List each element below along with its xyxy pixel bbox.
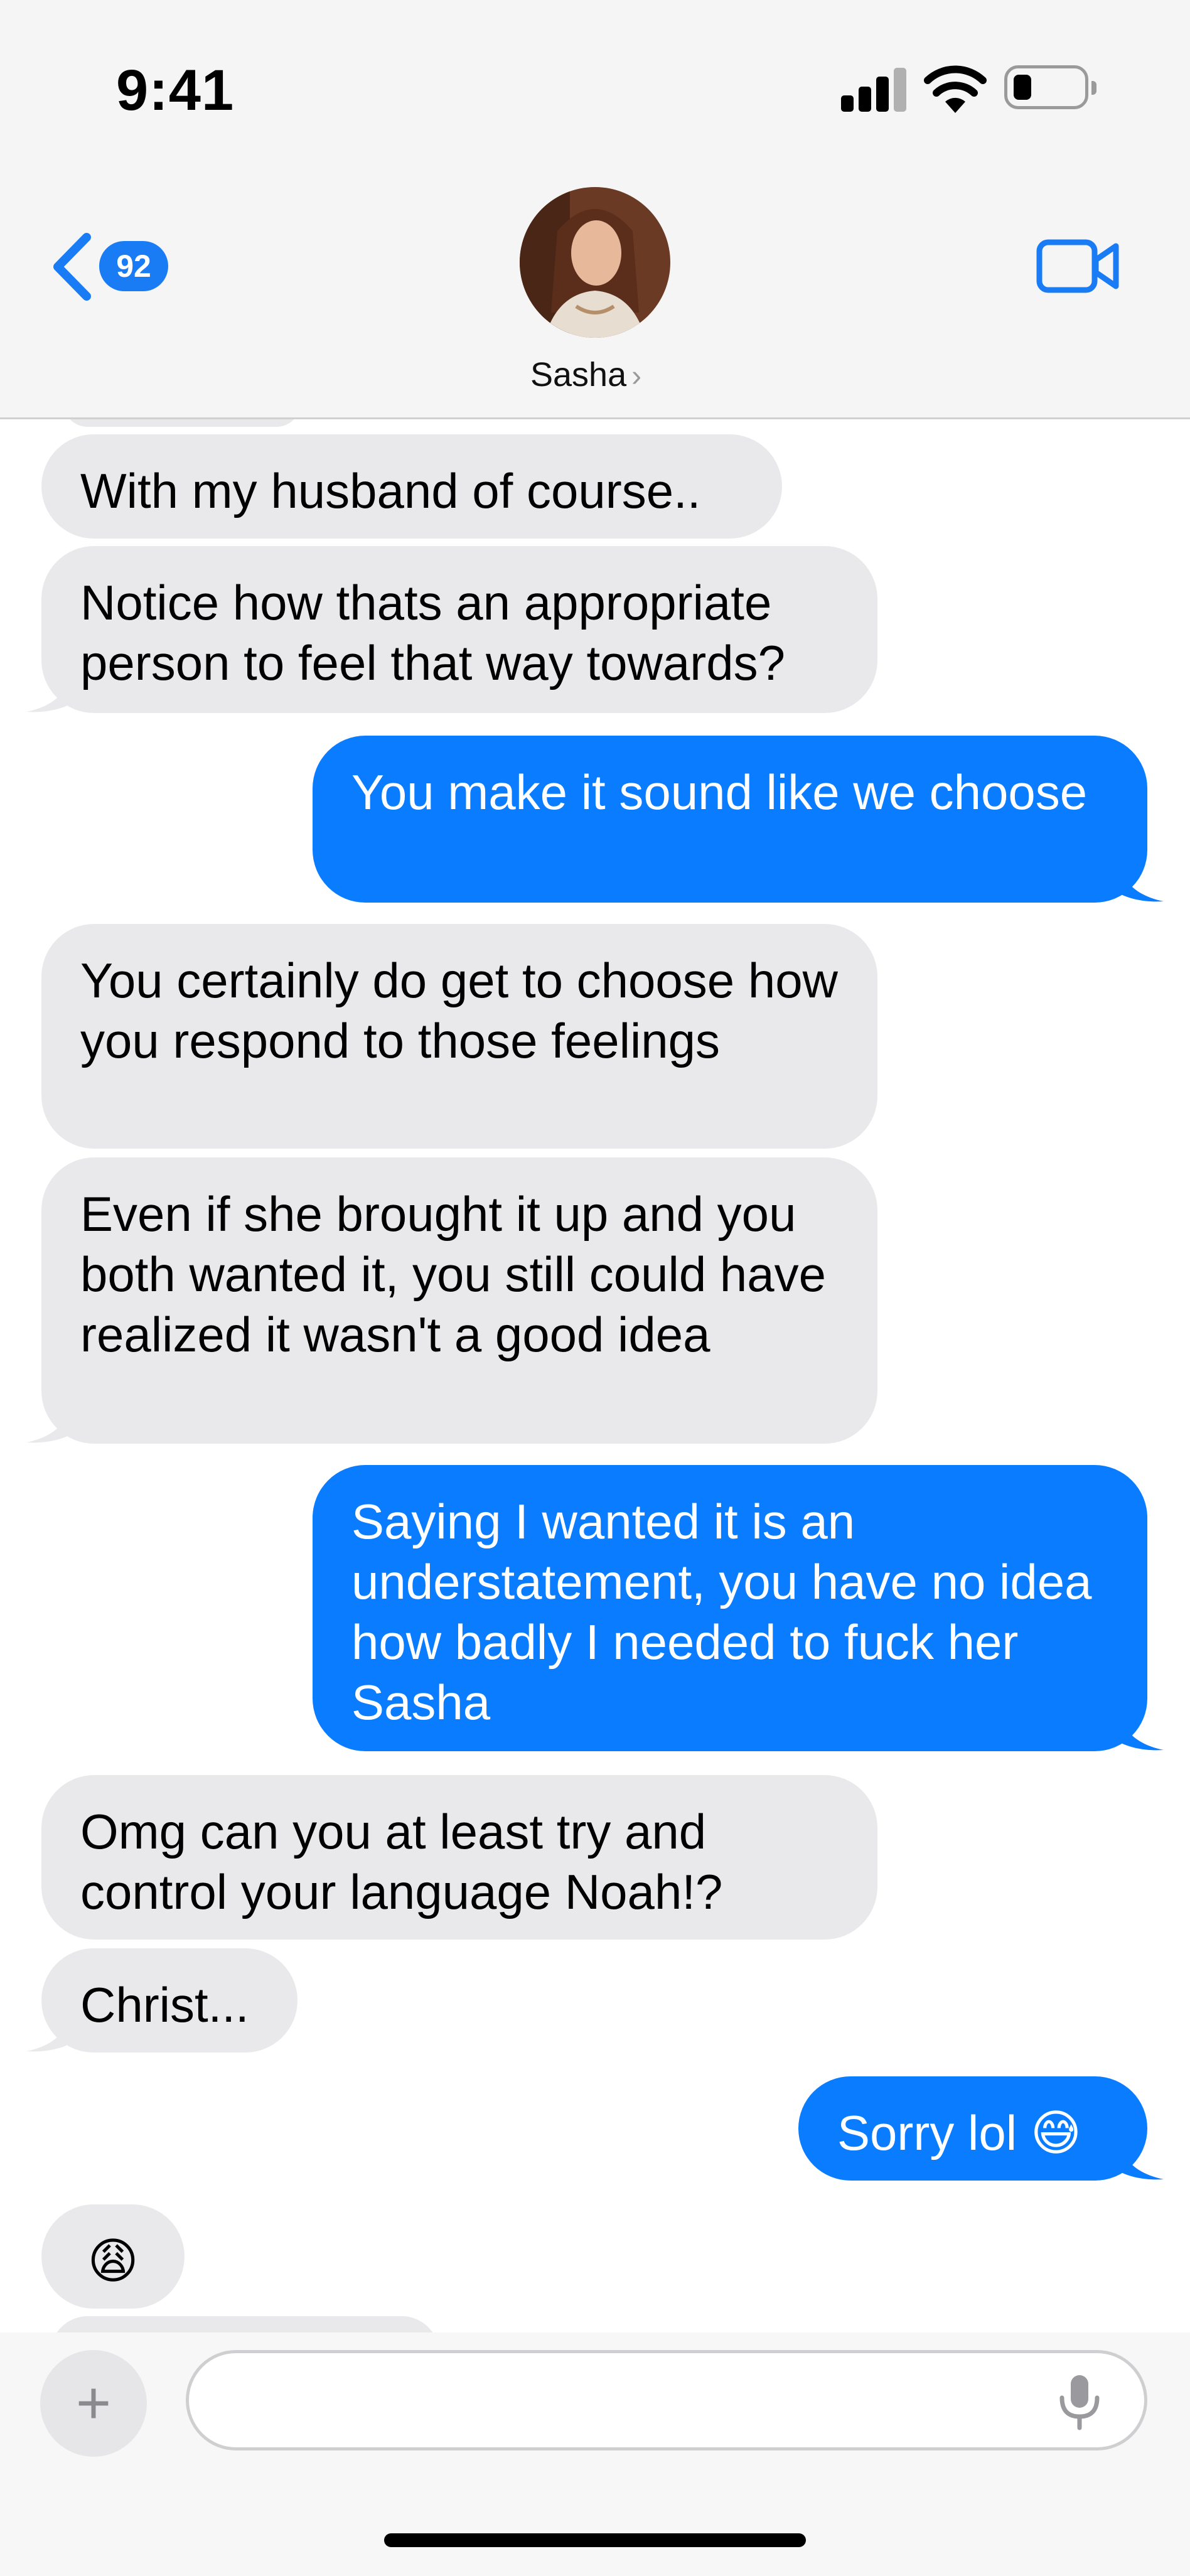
contact-name[interactable]: Sasha ›: [530, 355, 641, 394]
message-text: Christ...: [80, 1977, 249, 2032]
bubble-tail: [26, 1398, 77, 1443]
microphone-icon[interactable]: [1048, 2370, 1111, 2433]
bubble-tail: [26, 668, 77, 712]
message-text: Omg can you at least try and control you…: [80, 1804, 723, 1919]
bubble-tail: [26, 2007, 77, 2052]
battery-icon: [1004, 65, 1096, 109]
wifi-icon: [924, 65, 987, 113]
home-indicator: [384, 2533, 806, 2547]
back-button[interactable]: 92: [44, 227, 176, 303]
message-bubble-incoming[interactable]: Even if she brought it up and you both w…: [41, 1157, 877, 1444]
bubble-tail: [1113, 1706, 1164, 1751]
avatar[interactable]: [520, 187, 670, 338]
status-time: 9:41: [116, 58, 235, 122]
message-bubble-outgoing[interactable]: You make it sound like we choose: [313, 736, 1147, 903]
message-text: 😩: [87, 2233, 139, 2289]
message-bubble-incoming[interactable]: Christ...: [41, 1948, 298, 2053]
message-bubble-outgoing[interactable]: Sorry lol 😅: [798, 2076, 1147, 2181]
message-bubble-incoming[interactable]: Omg can you at least try and control you…: [41, 1775, 877, 1940]
unread-count-badge: 92: [99, 241, 168, 291]
bubble-tail: [1113, 857, 1164, 902]
message-text: Notice how thats an appropriate person t…: [80, 575, 785, 690]
bubble-tail: [1113, 2135, 1164, 2180]
message-text: With my husband of course..: [80, 463, 701, 518]
message-input[interactable]: [186, 2350, 1147, 2450]
message-bubble-outgoing[interactable]: Saying I wanted it is an understatement,…: [313, 1465, 1147, 1751]
cellular-signal-icon: [841, 68, 909, 112]
message-text: You certainly do get to choose how you r…: [80, 953, 838, 1068]
message-text: You make it sound like we choose: [351, 765, 1088, 820]
message-bubble-incoming[interactable]: You certainly do get to choose how you r…: [41, 924, 877, 1149]
conversation-header: 9:41 92 Sasha ›: [0, 0, 1190, 419]
message-text: Saying I wanted it is an understatement,…: [351, 1494, 1092, 1730]
chevron-right-icon: ›: [631, 360, 642, 393]
add-attachment-button[interactable]: +: [40, 2350, 147, 2457]
message-bubble-partial: [50, 2316, 439, 2332]
video-camera-icon[interactable]: [1036, 237, 1121, 295]
message-bubble-incoming[interactable]: 😩: [41, 2204, 185, 2309]
message-text: Even if she brought it up and you both w…: [80, 1186, 827, 1362]
message-bubble-incoming[interactable]: With my husband of course..: [41, 434, 782, 539]
message-text: Sorry lol 😅: [837, 2105, 1082, 2160]
chevron-left-icon: [53, 233, 91, 301]
message-bubble-incoming[interactable]: Notice how thats an appropriate person t…: [41, 546, 877, 713]
